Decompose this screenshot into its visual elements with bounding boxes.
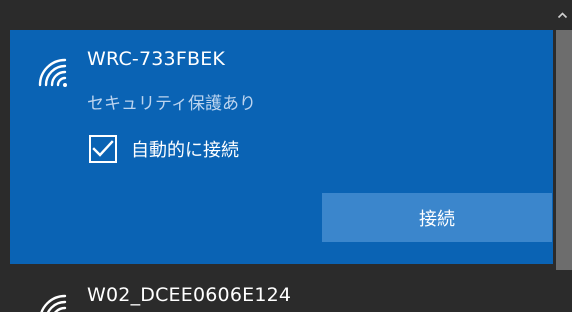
scrollbar-thumb[interactable]	[556, 30, 572, 270]
auto-connect-label: 自動的に接続	[131, 140, 239, 161]
network-item-selected[interactable]: WRC-733FBEK セキュリティ保護あり 自動的に接続 接続	[10, 30, 553, 264]
network-security-status: セキュリティ保護あり	[87, 94, 256, 114]
wifi-icon	[40, 294, 67, 312]
wifi-icon	[38, 58, 67, 87]
list-top-strip	[0, 0, 572, 30]
connect-button[interactable]: 接続	[322, 193, 552, 242]
network-name: W02_DCEE0606E124	[87, 284, 292, 306]
checkmark-icon	[92, 140, 114, 157]
auto-connect-checkbox[interactable]	[89, 135, 117, 163]
chevron-up-icon[interactable]	[557, 10, 568, 21]
network-name: WRC-733FBEK	[87, 48, 226, 70]
network-flyout: WRC-733FBEK セキュリティ保護あり 自動的に接続 接続 W02_DCE…	[0, 0, 572, 312]
auto-connect-checkbox-row[interactable]: 自動的に接続	[89, 134, 239, 164]
vertical-scrollbar[interactable]	[553, 0, 572, 312]
network-item[interactable]: W02_DCEE0606E124	[10, 264, 553, 312]
